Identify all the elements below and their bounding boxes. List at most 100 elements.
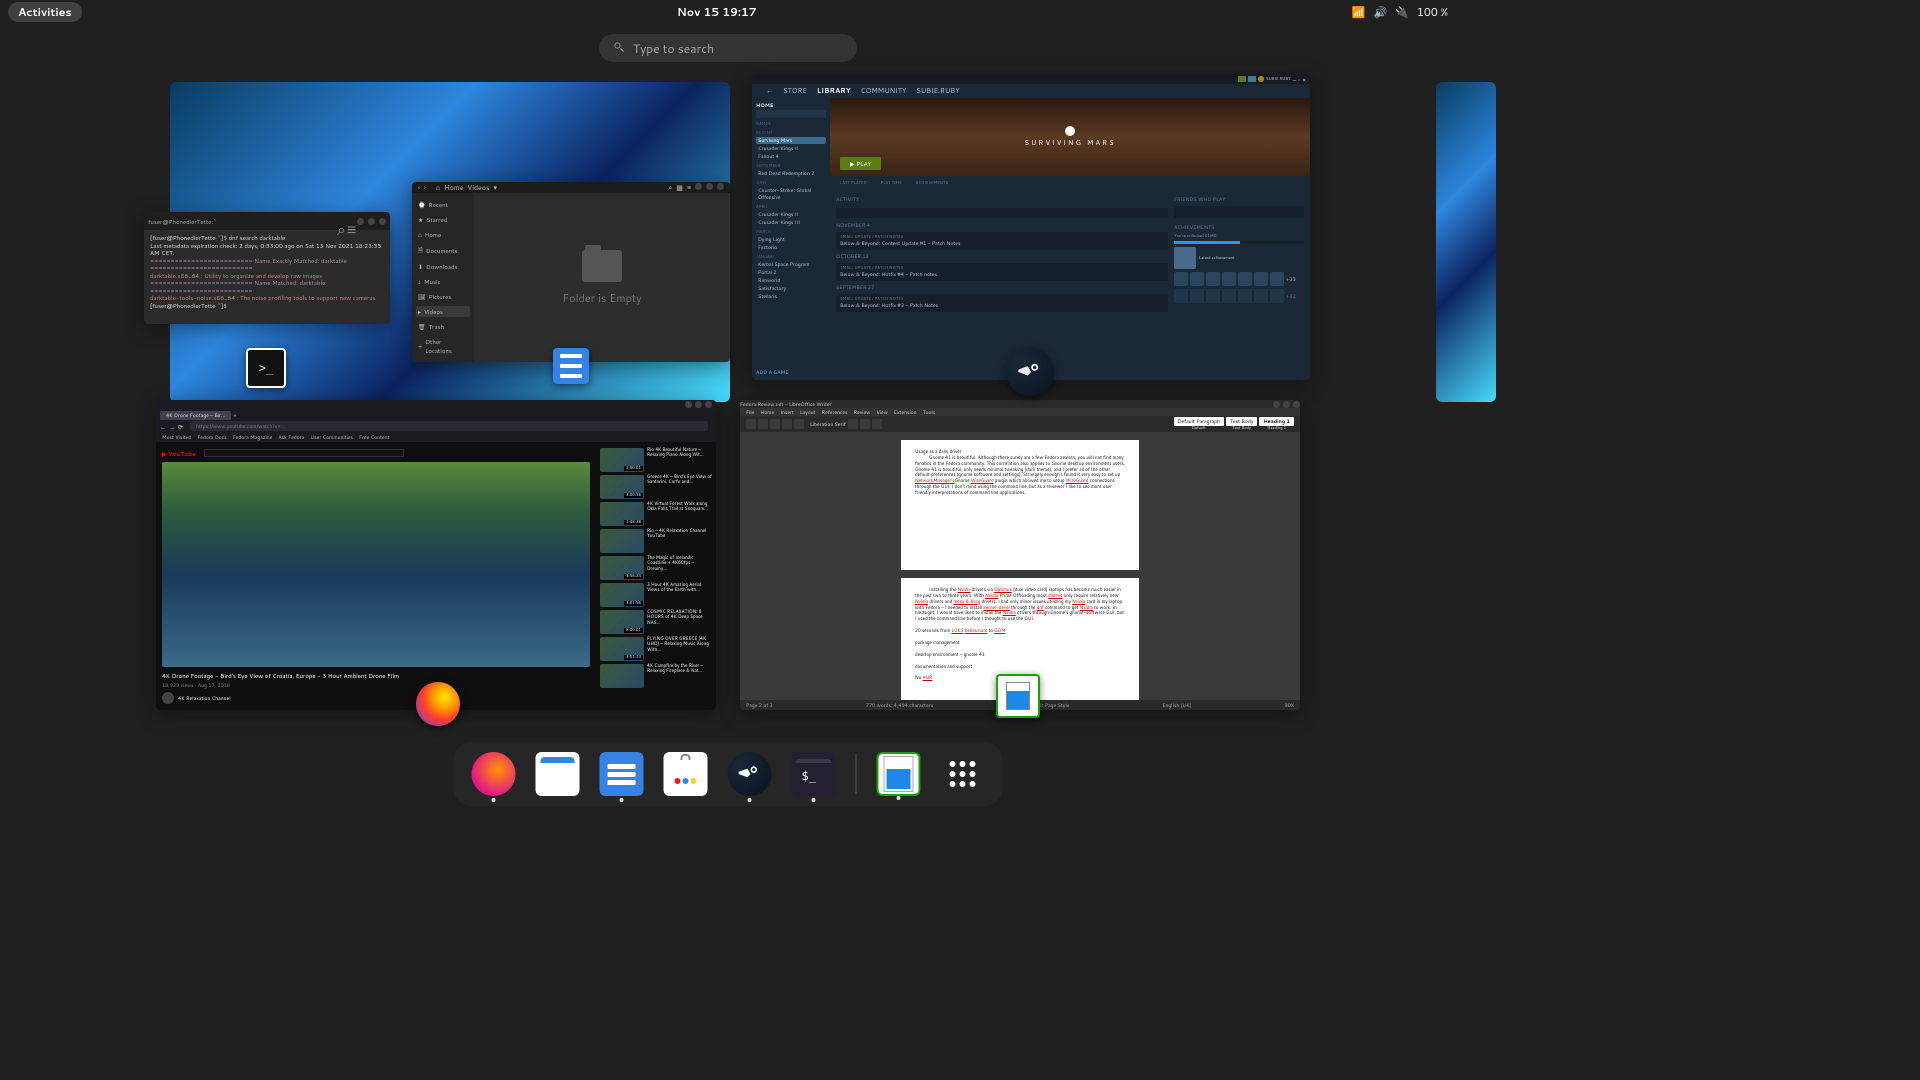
dock-writer[interactable]	[877, 752, 921, 796]
channel-name[interactable]: 4K Relaxation Channel	[178, 695, 231, 702]
view-icon[interactable]: ▦	[676, 183, 683, 193]
suggestion-item[interactable]: 1:48:384K Virtual Forest Walk along Okla…	[600, 502, 712, 526]
achievement-locked-icon[interactable]	[1270, 289, 1284, 303]
sidebar-home[interactable]: HOME	[756, 102, 826, 109]
game-item[interactable]: Rimworld	[756, 277, 826, 284]
game-item[interactable]: Fallout 4	[756, 153, 826, 160]
minimize-icon[interactable]	[685, 401, 692, 408]
bookmark-item[interactable]: Fedora Docs	[197, 434, 226, 441]
user-label[interactable]: SUBIE.RUBY	[1266, 77, 1291, 82]
game-item[interactable]: Kerbal Space Program	[756, 261, 826, 268]
toolbar-button[interactable]	[794, 419, 804, 429]
urlbar[interactable]: https://www.youtube.com/watch?v=...	[190, 421, 708, 431]
bookmark-item[interactable]: Free Content	[359, 434, 389, 441]
friends-icon[interactable]	[1248, 76, 1256, 82]
breadcrumb-home[interactable]: Home	[444, 183, 463, 193]
sidebar-search[interactable]	[756, 110, 826, 118]
add-game-link[interactable]: ADD A GAME	[756, 369, 826, 376]
channel-avatar[interactable]	[162, 692, 174, 704]
dock-firefox[interactable]	[472, 752, 516, 796]
close-icon[interactable]	[379, 218, 386, 225]
minimize-icon[interactable]	[1273, 401, 1280, 408]
achievement-icon[interactable]	[1254, 272, 1268, 286]
menu-insert[interactable]: Insert	[780, 409, 794, 416]
reload-icon[interactable]: ⟳	[178, 422, 183, 431]
game-item[interactable]: Factorio	[756, 244, 826, 251]
menu-extension[interactable]: Extension	[894, 409, 917, 416]
dock-show-apps[interactable]	[941, 752, 985, 796]
bookmark-item[interactable]: Ask Fedora	[278, 434, 304, 441]
breadcrumb-videos[interactable]: Videos	[467, 183, 489, 193]
toolbar-button[interactable]	[782, 419, 792, 429]
achievement-icon[interactable]	[1238, 272, 1252, 286]
sidebar-item-music[interactable]: ♪Music	[416, 276, 470, 287]
window-terminal[interactable]: fuser@PhonedierTette:~ ⌕ ≡ [fuser@Phoned…	[144, 212, 390, 324]
achievement-locked-icon[interactable]	[1222, 289, 1236, 303]
sidebar-item-documents[interactable]: 🗎Documents	[416, 244, 470, 257]
sidebar-item-videos[interactable]: ▸Videos	[416, 306, 470, 317]
search-icon[interactable]: ⌕	[337, 218, 343, 224]
game-item[interactable]: Crusader Kings II	[756, 211, 826, 218]
game-item[interactable]: Red Dead Redemption 2	[756, 170, 826, 177]
bookmark-item[interactable]: User Communities	[310, 434, 353, 441]
status-lang[interactable]: English (UK)	[1162, 702, 1191, 709]
game-item[interactable]: Stellaris	[756, 293, 826, 300]
status-zoom[interactable]: 90%	[1284, 702, 1294, 709]
achievement-icon[interactable]	[1174, 247, 1196, 269]
toolbar-button[interactable]	[770, 419, 780, 429]
achievement-locked-icon[interactable]	[1254, 289, 1268, 303]
minimize-icon[interactable]	[357, 218, 364, 225]
close-icon[interactable]: ×	[1302, 75, 1306, 84]
achievement-locked-icon[interactable]	[1206, 289, 1220, 303]
menu-tools[interactable]: Tools	[923, 409, 936, 416]
suggestion-item[interactable]: 2:00:01Rio 4K Beautiful Nature – Relaxin…	[600, 448, 712, 472]
suggestion-item[interactable]: 3:01:563 Hour 4K Amazing Aerial Views of…	[600, 583, 712, 607]
achievement-locked-icon[interactable]	[1174, 289, 1188, 303]
youtube-logo[interactable]: ▶ YouTube	[162, 449, 196, 458]
style-heading[interactable]: Heading 1	[1259, 417, 1294, 426]
game-item[interactable]: Crusader Kings II	[756, 145, 826, 152]
game-item[interactable]: Satisfactory	[756, 285, 826, 292]
window-firefox[interactable]: 4K Drone Footage – Bir... + ← → ⟳ https:…	[156, 400, 716, 710]
dock-software[interactable]	[664, 752, 708, 796]
workspace-right-hint[interactable]	[1436, 82, 1496, 402]
play-button[interactable]: ▶ PLAY	[840, 157, 881, 170]
menu-icon[interactable]: ≡	[347, 218, 353, 224]
menu-review[interactable]: Review	[854, 409, 871, 416]
maximize-icon[interactable]	[706, 183, 713, 190]
dock-steam[interactable]	[728, 752, 772, 796]
nav-profile[interactable]: SUBIE.RUBY	[916, 86, 959, 96]
suggestion-item[interactable]: 4K Campfire by the River – Relaxing Fire…	[600, 664, 712, 688]
sidebar-item-home[interactable]: ⌂Home	[416, 229, 470, 240]
window-steam[interactable]: SUBIE.RUBY – ▫ × ← STORE LIBRARY COMMUNI…	[752, 74, 1310, 380]
browser-tab[interactable]: 4K Drone Footage – Bir...	[160, 411, 231, 420]
overview-search[interactable]: Type to search	[599, 34, 857, 62]
feed-item[interactable]: SMALL UPDATE / PATCH NOTES Below & Beyon…	[836, 232, 1168, 250]
style-default[interactable]: Default Paragraph	[1174, 417, 1224, 426]
game-item[interactable]: Dying Light	[756, 236, 826, 243]
menu-layout[interactable]: Layout	[800, 409, 816, 416]
avatar-icon[interactable]	[1258, 76, 1264, 82]
maximize-icon[interactable]	[368, 218, 375, 225]
game-item[interactable]: Crusader Kings III	[756, 219, 826, 226]
search-icon[interactable]: ⌕	[668, 183, 672, 193]
status-area[interactable]: 📶 🔊 🔌 100 %	[1352, 4, 1448, 20]
achievement-more-locked[interactable]: +32	[1286, 293, 1296, 300]
game-item[interactable]: Portal 2	[756, 269, 826, 276]
suggestion-item[interactable]: 8:00:01COSMIC RELAXATION: 8 HOURS of 4K …	[600, 610, 712, 634]
toolbar-button[interactable]	[860, 419, 870, 429]
achievement-locked-icon[interactable]	[1238, 289, 1252, 303]
forward-icon[interactable]: ›	[424, 183, 426, 193]
activities-button[interactable]: Activities	[8, 2, 82, 22]
activity-post-input[interactable]	[836, 208, 1168, 218]
friends-box[interactable]	[1174, 206, 1304, 218]
close-icon[interactable]	[717, 183, 724, 190]
sidebar-item-recent[interactable]: ⌚Recent	[416, 199, 470, 210]
home-icon[interactable]: ⌂	[436, 183, 440, 193]
window-files[interactable]: ‹ › ⌂ Home Videos ▾ ⌕ ▦ ≡ ⌚Recent ★Starr…	[412, 182, 730, 362]
minimize-icon[interactable]: –	[1293, 75, 1296, 84]
achievement-icon[interactable]	[1222, 272, 1236, 286]
close-icon[interactable]	[705, 401, 712, 408]
clock[interactable]: Nov 15 19:17	[677, 4, 757, 20]
style-text-body[interactable]: Text Body	[1226, 417, 1257, 426]
